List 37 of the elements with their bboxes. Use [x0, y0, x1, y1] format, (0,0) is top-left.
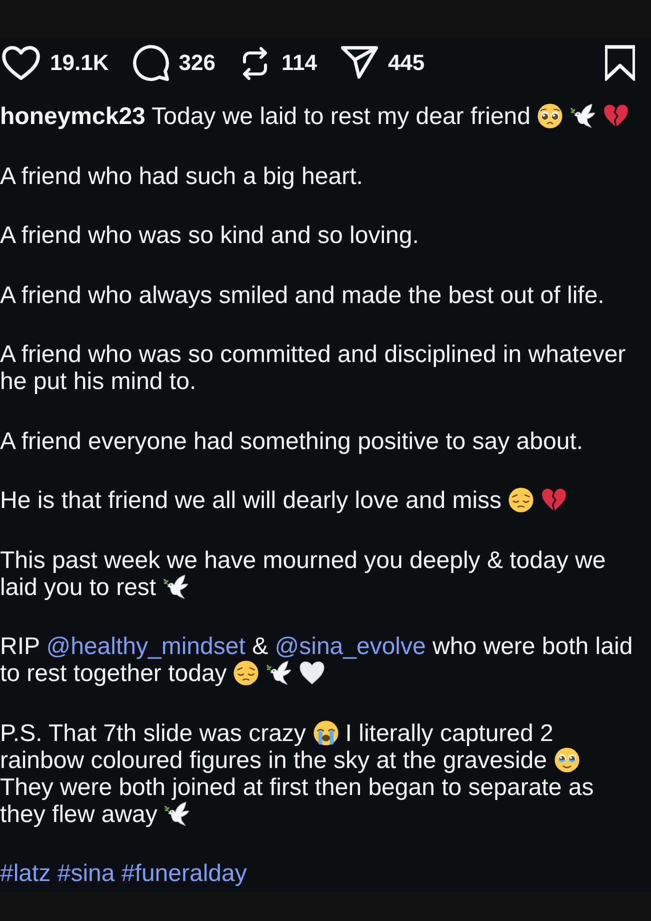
teary-smiling-face-icon [554, 746, 580, 772]
broken-heart-icon [602, 103, 628, 129]
hashtag-link[interactable]: #latz [0, 860, 51, 887]
caption-paragraph: RIP @healthy_mindset & @sina_evolve who were both laid to rest together today [0, 633, 634, 687]
caption-paragraph: He is that friend we all will dearly love and miss [0, 487, 636, 514]
caption-paragraph: A friend who had such a big heart. [0, 162, 364, 190]
hashtag-link[interactable]: #funeralday [121, 860, 247, 887]
comment-button[interactable]: 326 [132, 45, 216, 81]
caption-paragraph: P.S. That 7th slide was crazy I literally captured 2 rainbow coloured figures in the sky at the graveside They were both joined at first then began to separate as they flew away [0, 720, 595, 828]
pleading-face-icon [537, 103, 564, 129]
username-link[interactable]: honeymck23 [0, 103, 146, 130]
speech-bubble-icon [132, 45, 169, 81]
like-button[interactable]: 19.1K [2, 46, 109, 80]
broken-heart-icon [540, 487, 567, 513]
paper-plane-icon [340, 46, 378, 80]
caption-paragraph: This past week we have mourned you deeply & today we laid you to rest [0, 546, 607, 600]
pensive-face-icon [508, 487, 534, 513]
mention-link[interactable]: @healthy_mindset [46, 633, 246, 660]
caption-paragraph: A friend who always smiled and made the best out of life. [0, 282, 606, 308]
share-button[interactable]: 445 [340, 46, 425, 80]
caption-paragraph: A friend who was so kind and so loving. [0, 222, 420, 249]
dove-icon [266, 660, 292, 686]
dove-icon [164, 800, 190, 826]
crying-face-icon [312, 720, 339, 746]
caption-paragraph: A friend who was so committed and disciplined in whatever he put his mind to. [0, 341, 627, 395]
bookmark-button[interactable] [605, 45, 635, 81]
caption-paragraph: honeymck23 Today we laid to rest my dear friend [0, 103, 636, 130]
hashtag-link[interactable]: #sina [57, 860, 115, 887]
mention-link[interactable]: @sina_evolve [274, 633, 426, 660]
heart-icon [2, 46, 40, 80]
dove-icon [570, 103, 596, 129]
bookmark-icon [605, 45, 635, 81]
pensive-face-icon [233, 660, 260, 686]
repost-button[interactable]: 114 [239, 46, 317, 80]
dove-icon [162, 574, 189, 600]
caption-paragraph: A friend everyone had something positive to say about. [0, 428, 584, 454]
heart-emoji-icon [298, 660, 325, 686]
